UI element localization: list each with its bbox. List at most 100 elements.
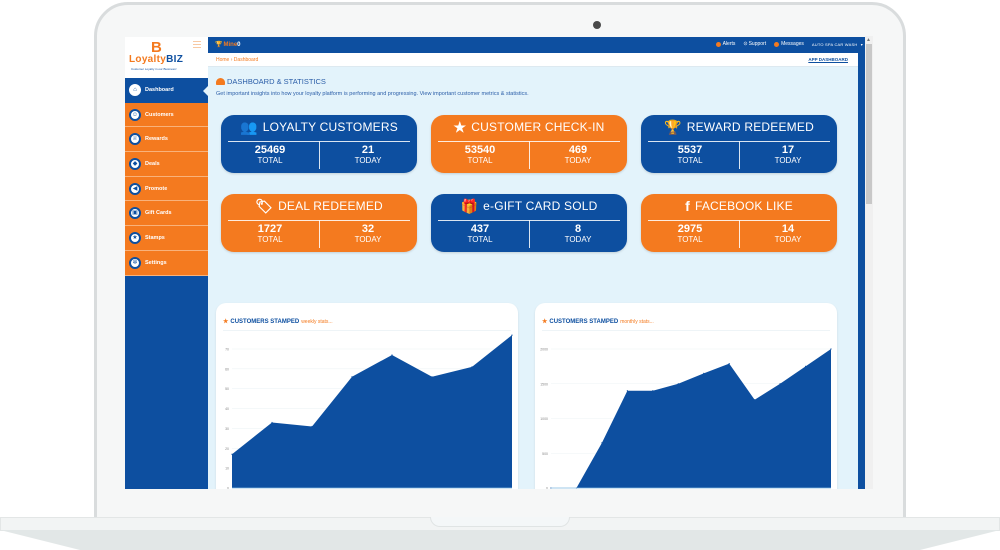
stat-total-label: TOTAL (467, 156, 493, 165)
page-scrollbar[interactable]: ▲ (865, 36, 873, 489)
logo-name: LoyaltyBIZ (129, 54, 183, 65)
y-tick-label: 30 (225, 427, 229, 431)
sidebar-item-settings[interactable]: ✲ Settings (125, 250, 208, 276)
page-description: Get important insights into how your loy… (216, 91, 529, 97)
stat-total-value: 25469 (254, 144, 286, 156)
logo-tagline: Customer Loyalty in our Business! (131, 67, 177, 71)
stat-card-customer-check-in[interactable]: ★ CUSTOMER CHECK-IN 53540 TOTAL 469 TODAY (431, 115, 627, 173)
data-point (351, 376, 353, 378)
stat-today-label: TODAY (774, 235, 802, 244)
trophy-icon: ♕ (129, 133, 141, 146)
stat-card-loyalty-customers[interactable]: 👥 LOYALTY CUSTOMERS 25469 TOTAL 21 TODAY (221, 115, 417, 173)
sidebar-item-deals[interactable]: ◆ Deals (125, 152, 208, 177)
data-point (677, 383, 679, 385)
y-tick-label: 50 (225, 387, 229, 391)
y-tick-label: 20 (225, 447, 229, 451)
data-point (311, 425, 313, 428)
star-icon: ★ (129, 231, 141, 244)
breadcrumb: Home › Dashboard APP DASHBOARD (208, 53, 858, 67)
sidebar-item-customers[interactable]: ☺ Customers (125, 102, 208, 128)
data-point (511, 334, 513, 336)
stat-total-label: TOTAL (677, 235, 703, 244)
y-tick-label: 2000 (540, 348, 548, 352)
stat-total-label: TOTAL (257, 235, 283, 244)
data-point (754, 399, 756, 401)
gift-icon: 🎁 (460, 198, 479, 214)
top-actions: Alerts ⊙ Support Messages AUTO SPA CAR WA… (715, 41, 863, 47)
card-header: ★ CUSTOMER CHECK-IN (431, 120, 627, 134)
card-header: 🎁 e-GIFT CARD SOLD (431, 199, 627, 213)
bell-icon (715, 41, 721, 47)
y-tick-label: 500 (542, 452, 548, 456)
alerts-label: Alerts (722, 41, 736, 47)
brand-label: Mine (223, 42, 238, 48)
stat-card-e-gift-card-sold[interactable]: 🎁 e-GIFT CARD SOLD 437 TOTAL 8 TODAY (431, 194, 627, 252)
tags-icon: 🏷 (255, 198, 274, 214)
gift-icon: ▣ (129, 207, 141, 220)
account-name: AUTO SPA CAR WASH (811, 41, 858, 47)
stat-total-label: TOTAL (677, 156, 703, 165)
trophy-icon: 🏆 (664, 119, 682, 135)
sidebar-item-dashboard[interactable]: ⌂ Dashboard (125, 78, 208, 103)
data-point (626, 390, 628, 392)
envelope-icon (774, 41, 780, 47)
breadcrumb-home[interactable]: Home (216, 57, 229, 63)
card-title: LOYALTY CUSTOMERS (262, 120, 398, 134)
sidebar-item-label: Deals (145, 160, 160, 167)
stat-card-reward-redeemed[interactable]: 🏆 REWARD REDEEMED 5537 TOTAL 17 TODAY (641, 115, 837, 173)
tag-icon: ◆ (129, 157, 141, 170)
stat-total: 53540 TOTAL (431, 144, 529, 165)
stat-card-deal-redeemed[interactable]: 🏷 DEAL REDEEMED 1727 TOTAL 32 TODAY (221, 194, 417, 252)
card-title: FACEBOOK LIKE (694, 199, 793, 213)
data-point (804, 365, 807, 367)
stat-total-label: TOTAL (467, 235, 493, 244)
breadcrumb-trail: Home › Dashboard (216, 57, 258, 63)
data-point (231, 453, 233, 455)
sidebar-item-gift-cards[interactable]: ▣ Gift Cards (125, 201, 208, 227)
stat-total-label: TOTAL (257, 156, 283, 165)
stat-total: 25469 TOTAL (221, 144, 319, 165)
stat-total-value: 437 (470, 223, 490, 235)
stat-today-label: TODAY (354, 156, 382, 165)
support-link[interactable]: ⊙ Support (743, 41, 766, 47)
star-icon: ★ (453, 119, 467, 135)
gear-icon: ✲ (129, 256, 141, 269)
brand-mine[interactable]: 🏆Mine0 (215, 41, 241, 48)
weekly-chart-panel: ★ CUSTOMERS STAMPED weekly stats... 0 10 20 3… (216, 303, 518, 489)
breadcrumb-current: Dashboard (233, 57, 259, 63)
scroll-up-arrow-icon[interactable]: ▲ (866, 37, 871, 43)
scrollbar-thumb[interactable] (866, 44, 872, 204)
breadcrumb-separator: › (230, 57, 233, 63)
data-point (728, 362, 730, 365)
logo[interactable]: B LoyaltyBIZ Customer Loyalty in our Bus… (125, 37, 208, 78)
card-title: DEAL REDEEMED (278, 199, 383, 213)
alerts-link[interactable]: Alerts (715, 41, 736, 47)
weekly-area-chart: 0102030405060701516171819202122 (225, 334, 513, 489)
messages-link[interactable]: Messages (774, 41, 804, 47)
dashboard-gauge-icon (216, 78, 225, 85)
sidebar-item-promote[interactable]: ◀ Promote (125, 176, 208, 202)
stat-today-value: 17 (781, 144, 795, 156)
app-dashboard-link[interactable]: APP DASHBOARD (808, 57, 848, 62)
menu-toggle-icon[interactable] (193, 41, 201, 48)
stat-today-label: TODAY (774, 156, 802, 165)
stat-card-facebook-like[interactable]: f FACEBOOK LIKE 2975 TOTAL 14 TODAY (641, 194, 837, 252)
monthly-area-chart: 0500100015002000AprMayJunJulAugSepOctNov… (540, 348, 832, 489)
stat-today: 21 TODAY (319, 144, 417, 165)
stat-today-value: 21 (361, 144, 375, 156)
sidebar-item-stamps[interactable]: ★ Stamps (125, 226, 208, 251)
sidebar-item-label: Dashboard (145, 86, 174, 93)
stat-today-value: 32 (361, 223, 375, 235)
stat-total: 437 TOTAL (431, 223, 529, 244)
account-dropdown[interactable]: AUTO SPA CAR WASH ▾ (812, 42, 863, 47)
card-title: CUSTOMER CHECK-IN (471, 120, 605, 134)
stat-today-label: TODAY (564, 156, 592, 165)
main-content: DASHBOARD & STATISTICS Get important ins… (208, 67, 858, 489)
data-point (431, 376, 433, 378)
data-point (779, 383, 781, 385)
facebook-icon: f (685, 198, 690, 214)
messages-label: Messages (781, 41, 804, 47)
stat-today: 14 TODAY (739, 223, 837, 244)
sidebar-item-label: Promote (145, 185, 168, 192)
sidebar-item-rewards[interactable]: ♕ Rewards (125, 127, 208, 153)
